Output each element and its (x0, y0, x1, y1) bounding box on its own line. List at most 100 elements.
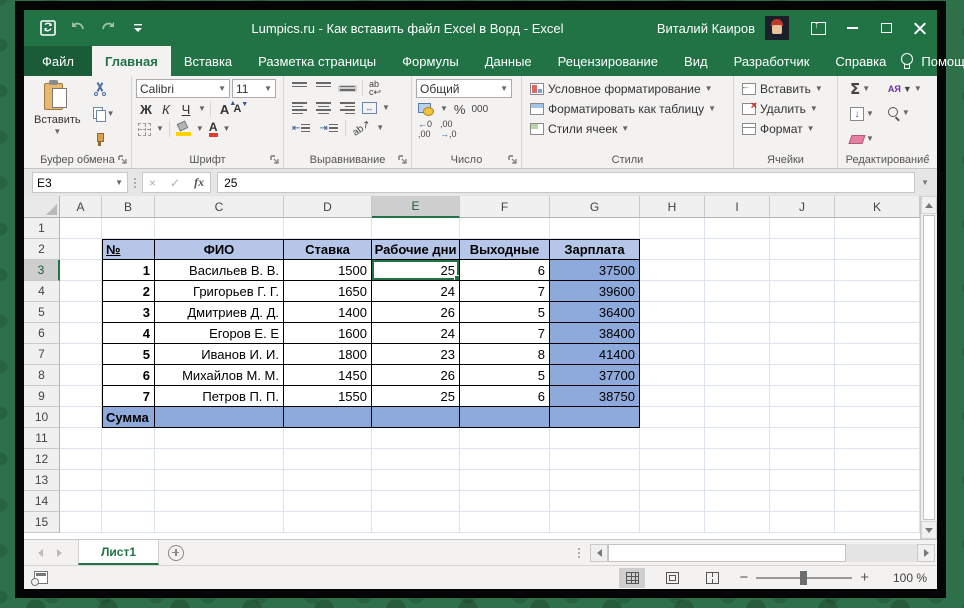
cell-F14[interactable] (460, 491, 550, 512)
percent-style-button[interactable]: % (454, 102, 466, 117)
cell-D6[interactable]: 1600 (284, 323, 372, 344)
cell-K1[interactable] (835, 218, 920, 239)
tab-вид[interactable]: Вид (671, 46, 721, 76)
font-name-combo[interactable]: Calibri▼ (136, 79, 230, 98)
sheet-nav-right-icon[interactable] (57, 549, 62, 557)
cell-J7[interactable] (770, 344, 835, 365)
cell-F3[interactable]: 6 (460, 260, 550, 281)
cancel-icon[interactable]: × (149, 176, 156, 190)
cell-K12[interactable] (835, 449, 920, 470)
cell-A3[interactable] (60, 260, 102, 281)
cell-B15[interactable] (102, 512, 155, 533)
cell-F9[interactable]: 6 (460, 386, 550, 407)
zoom-in-button[interactable]: + (860, 570, 869, 585)
cell-I5[interactable] (705, 302, 770, 323)
cell-H15[interactable] (640, 512, 705, 533)
cell-F12[interactable] (460, 449, 550, 470)
cell-C7[interactable]: Иванов И. И. (155, 344, 284, 365)
cell-B14[interactable] (102, 491, 155, 512)
cell-H3[interactable] (640, 260, 705, 281)
cell-J15[interactable] (770, 512, 835, 533)
cell-D11[interactable] (284, 428, 372, 449)
cell-B10[interactable]: Сумма (102, 407, 155, 428)
scroll-left-button[interactable] (590, 544, 608, 562)
cell-E3[interactable]: 25 (372, 260, 460, 281)
cell-F6[interactable]: 7 (460, 323, 550, 344)
cell-J2[interactable] (770, 239, 835, 260)
cell-A8[interactable] (60, 365, 102, 386)
cell-B13[interactable] (102, 470, 155, 491)
comma-style-button[interactable]: 000 (471, 104, 488, 115)
cell-D7[interactable]: 1800 (284, 344, 372, 365)
cell-B8[interactable]: 6 (102, 365, 155, 386)
row-header-9[interactable]: 9 (24, 386, 60, 407)
cell-A5[interactable] (60, 302, 102, 323)
align-right-button[interactable] (338, 101, 357, 115)
cell-G14[interactable] (550, 491, 640, 512)
cell-C5[interactable]: Дмитриев Д. Д. (155, 302, 284, 323)
wrap-text-button[interactable]: abc↩ (369, 80, 381, 96)
fill-color-icon[interactable] (176, 122, 191, 136)
cell-A14[interactable] (60, 491, 102, 512)
zoom-percentage[interactable]: 100 % (883, 571, 927, 585)
align-center-button[interactable] (314, 101, 333, 115)
cell-C14[interactable] (155, 491, 284, 512)
cell-A13[interactable] (60, 470, 102, 491)
row-header-2[interactable]: 2 (24, 239, 60, 260)
align-bottom-button[interactable] (338, 85, 357, 92)
cell-I4[interactable] (705, 281, 770, 302)
cell-C1[interactable] (155, 218, 284, 239)
cell-F11[interactable] (460, 428, 550, 449)
cell-H13[interactable] (640, 470, 705, 491)
conditional-formatting-button[interactable]: Условное форматирование▼ (530, 79, 729, 98)
cell-K7[interactable] (835, 344, 920, 365)
undo-icon[interactable] (68, 18, 88, 38)
cell-E8[interactable]: 26 (372, 365, 460, 386)
cell-I3[interactable] (705, 260, 770, 281)
cell-I9[interactable] (705, 386, 770, 407)
page-break-view-button[interactable] (699, 568, 725, 588)
fill-button[interactable]: ↓▼ (848, 105, 876, 123)
cell-G4[interactable]: 39600 (550, 281, 640, 302)
cell-I14[interactable] (705, 491, 770, 512)
cell-J4[interactable] (770, 281, 835, 302)
column-header-I[interactable]: I (705, 196, 770, 218)
scroll-up-button[interactable] (921, 196, 937, 214)
cell-D9[interactable]: 1550 (284, 386, 372, 407)
number-format-combo[interactable]: Общий▼ (416, 79, 512, 98)
zoom-slider[interactable] (756, 577, 852, 579)
cell-K8[interactable] (835, 365, 920, 386)
format-painter-button[interactable] (91, 130, 117, 148)
tab-вставка[interactable]: Вставка (171, 46, 245, 76)
cell-J1[interactable] (770, 218, 835, 239)
cell-G2[interactable]: Зарплата (550, 239, 640, 260)
cell-A7[interactable] (60, 344, 102, 365)
cell-B11[interactable] (102, 428, 155, 449)
cell-K11[interactable] (835, 428, 920, 449)
cell-D15[interactable] (284, 512, 372, 533)
cell-H5[interactable] (640, 302, 705, 323)
ribbon-display-options-button[interactable] (801, 14, 835, 42)
format-cells-button[interactable]: Формат▼ (742, 119, 833, 138)
cell-B7[interactable]: 5 (102, 344, 155, 365)
cell-C3[interactable]: Васильев В. В. (155, 260, 284, 281)
cell-F7[interactable]: 8 (460, 344, 550, 365)
cell-J5[interactable] (770, 302, 835, 323)
cell-A11[interactable] (60, 428, 102, 449)
cell-C4[interactable]: Григорьев Г. Г. (155, 281, 284, 302)
vertical-scrollbar[interactable] (920, 196, 937, 539)
paste-dropdown-arrow[interactable]: ▼ (53, 128, 61, 136)
cell-E11[interactable] (372, 428, 460, 449)
cell-A4[interactable] (60, 281, 102, 302)
cell-K6[interactable] (835, 323, 920, 344)
column-header-C[interactable]: C (155, 196, 284, 218)
cell-A9[interactable] (60, 386, 102, 407)
align-middle-button[interactable] (314, 81, 333, 95)
save-icon[interactable] (38, 18, 58, 38)
cell-F4[interactable]: 7 (460, 281, 550, 302)
cell-K15[interactable] (835, 512, 920, 533)
cell-B9[interactable]: 7 (102, 386, 155, 407)
cell-C15[interactable] (155, 512, 284, 533)
cell-K13[interactable] (835, 470, 920, 491)
cell-E14[interactable] (372, 491, 460, 512)
